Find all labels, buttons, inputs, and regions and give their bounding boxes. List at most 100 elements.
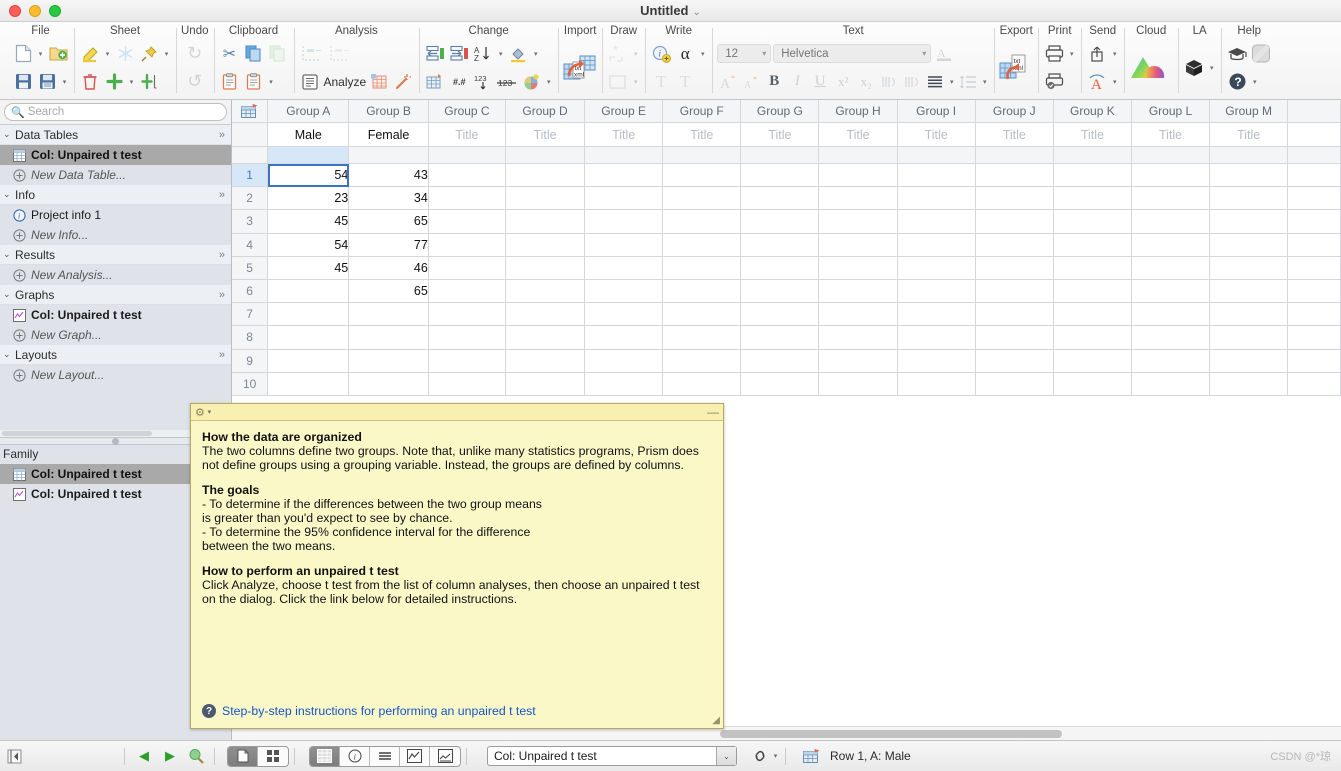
help-question-icon[interactable]: ?: [1226, 71, 1248, 93]
spacer-cell[interactable]: [348, 146, 429, 164]
chevron-down-icon[interactable]: ▾: [1207, 64, 1216, 72]
column-group-header[interactable]: Group I: [897, 100, 976, 123]
data-cell[interactable]: [505, 302, 586, 327]
sidebar-item-data-table-unpaired-t-test[interactable]: Col: Unpaired t test: [0, 145, 231, 165]
data-cell[interactable]: [975, 186, 1054, 211]
share-icon[interactable]: [1086, 43, 1108, 65]
export-txt-xml-icon[interactable]: txt xml: [999, 51, 1033, 85]
data-cell[interactable]: [1209, 302, 1289, 327]
chevron-down-icon[interactable]: ▾: [60, 78, 69, 86]
data-cell[interactable]: [1131, 186, 1211, 211]
row-number-cell[interactable]: 3: [232, 209, 269, 234]
column-group-header[interactable]: Group C: [428, 100, 507, 123]
twisty-icon[interactable]: ⌄: [3, 129, 15, 140]
chain-link-icon[interactable]: [749, 746, 771, 766]
data-cell[interactable]: [428, 372, 507, 396]
chevron-down-icon[interactable]: ▾: [947, 78, 956, 86]
column-group-header[interactable]: Group H: [818, 100, 898, 123]
column-group-header[interactable]: Group K: [1053, 100, 1132, 123]
scrollbar-thumb[interactable]: [720, 730, 1062, 738]
data-cell[interactable]: [428, 209, 507, 234]
data-cell[interactable]: [505, 349, 586, 373]
data-cell[interactable]: 65: [348, 279, 429, 304]
data-cell[interactable]: [1131, 233, 1211, 257]
data-cell[interactable]: [897, 349, 976, 373]
data-cell[interactable]: [975, 349, 1054, 373]
chevron-down-icon[interactable]: ▾: [531, 50, 540, 58]
chevron-down-icon[interactable]: ▾: [36, 50, 45, 58]
data-cell[interactable]: [1131, 209, 1211, 234]
spacer-cell[interactable]: [1209, 146, 1289, 164]
data-cell[interactable]: [1053, 209, 1132, 234]
gear-icon[interactable]: ⚙: [195, 406, 205, 419]
data-cell[interactable]: [740, 279, 820, 304]
data-cell[interactable]: [740, 186, 820, 211]
font-color-icon[interactable]: A: [933, 43, 955, 65]
chevron-down-icon[interactable]: ▾: [496, 50, 505, 58]
data-cell[interactable]: [348, 372, 429, 396]
data-cell[interactable]: [897, 325, 976, 350]
package-cube-icon[interactable]: [1183, 57, 1205, 79]
sidebar-section-layouts[interactable]: ⌄ Layouts »: [0, 345, 231, 365]
data-cell[interactable]: [1209, 372, 1289, 396]
data-cell[interactable]: [505, 256, 586, 280]
column-group-header[interactable]: Group J: [975, 100, 1054, 123]
column-group-header[interactable]: Group F: [662, 100, 742, 123]
spacer-cell[interactable]: [740, 146, 820, 164]
import-txt-xml-icon[interactable]: txt xml: [563, 51, 597, 85]
data-cell[interactable]: [818, 279, 898, 304]
expand-chevron-icon[interactable]: »: [219, 349, 225, 361]
chevron-down-icon[interactable]: ▾: [1110, 78, 1119, 86]
add-plus-icon[interactable]: [103, 71, 125, 93]
row-number-cell[interactable]: 5: [232, 256, 269, 280]
data-cell[interactable]: [428, 325, 507, 350]
chevron-down-icon[interactable]: ▾: [1067, 50, 1076, 58]
data-cell[interactable]: [1287, 186, 1341, 211]
expand-chevron-icon[interactable]: »: [219, 289, 225, 301]
data-cell[interactable]: [740, 302, 820, 327]
copy-icon[interactable]: [243, 43, 265, 65]
analyze-button[interactable]: Analyze: [299, 71, 366, 93]
data-cell[interactable]: 45: [267, 256, 350, 280]
data-cell[interactable]: [584, 279, 664, 304]
row-number-cell[interactable]: 6: [232, 279, 269, 304]
chevron-down-icon[interactable]: ▾: [162, 50, 171, 58]
spacer-cell[interactable]: [428, 146, 507, 164]
row-number-cell[interactable]: 1: [232, 163, 269, 188]
spacer-cell[interactable]: [975, 146, 1054, 164]
data-cell[interactable]: [1053, 256, 1132, 280]
data-cell[interactable]: [740, 325, 820, 350]
font-size-select[interactable]: 12 ▾: [717, 44, 772, 63]
data-cell[interactable]: [1053, 302, 1132, 327]
data-cell[interactable]: [897, 372, 976, 396]
increase-font-icon[interactable]: A: [717, 71, 739, 93]
sidebar-item-new-data-table[interactable]: New Data Table...: [0, 165, 231, 185]
view-mode-toggle[interactable]: [227, 745, 289, 767]
tab-data-tables[interactable]: [310, 746, 340, 766]
column-group-header[interactable]: Group L: [1131, 100, 1211, 123]
sidebar-section-info[interactable]: ⌄ Info »: [0, 185, 231, 205]
data-cell[interactable]: [267, 279, 350, 304]
data-cell[interactable]: [428, 186, 507, 211]
sort-az-icon[interactable]: AZ: [472, 43, 494, 65]
insert-right-icon[interactable]: [448, 43, 470, 65]
fill-color-icon[interactable]: [507, 43, 529, 65]
data-cell[interactable]: [584, 349, 664, 373]
redo-icon[interactable]: ↻: [184, 43, 206, 65]
minimize-note-button[interactable]: —: [707, 406, 719, 418]
column-title-cell[interactable]: Title: [1053, 122, 1132, 147]
data-cell[interactable]: [1131, 302, 1211, 327]
column-group-header[interactable]: Group B: [348, 100, 429, 123]
column-title-cell[interactable]: Title: [740, 122, 820, 147]
chevron-down-icon[interactable]: ▾: [205, 408, 214, 416]
data-cell[interactable]: [740, 209, 820, 234]
data-cell[interactable]: [505, 279, 586, 304]
decrease-font-icon[interactable]: A: [740, 71, 762, 93]
spacer-cell[interactable]: [1131, 146, 1211, 164]
column-group-header[interactable]: Group G: [740, 100, 820, 123]
data-cell[interactable]: [662, 279, 742, 304]
chevron-down-icon[interactable]: ▾: [922, 49, 926, 58]
data-cell[interactable]: [740, 372, 820, 396]
data-cell[interactable]: [1053, 233, 1132, 257]
italic-icon[interactable]: I: [786, 71, 808, 93]
